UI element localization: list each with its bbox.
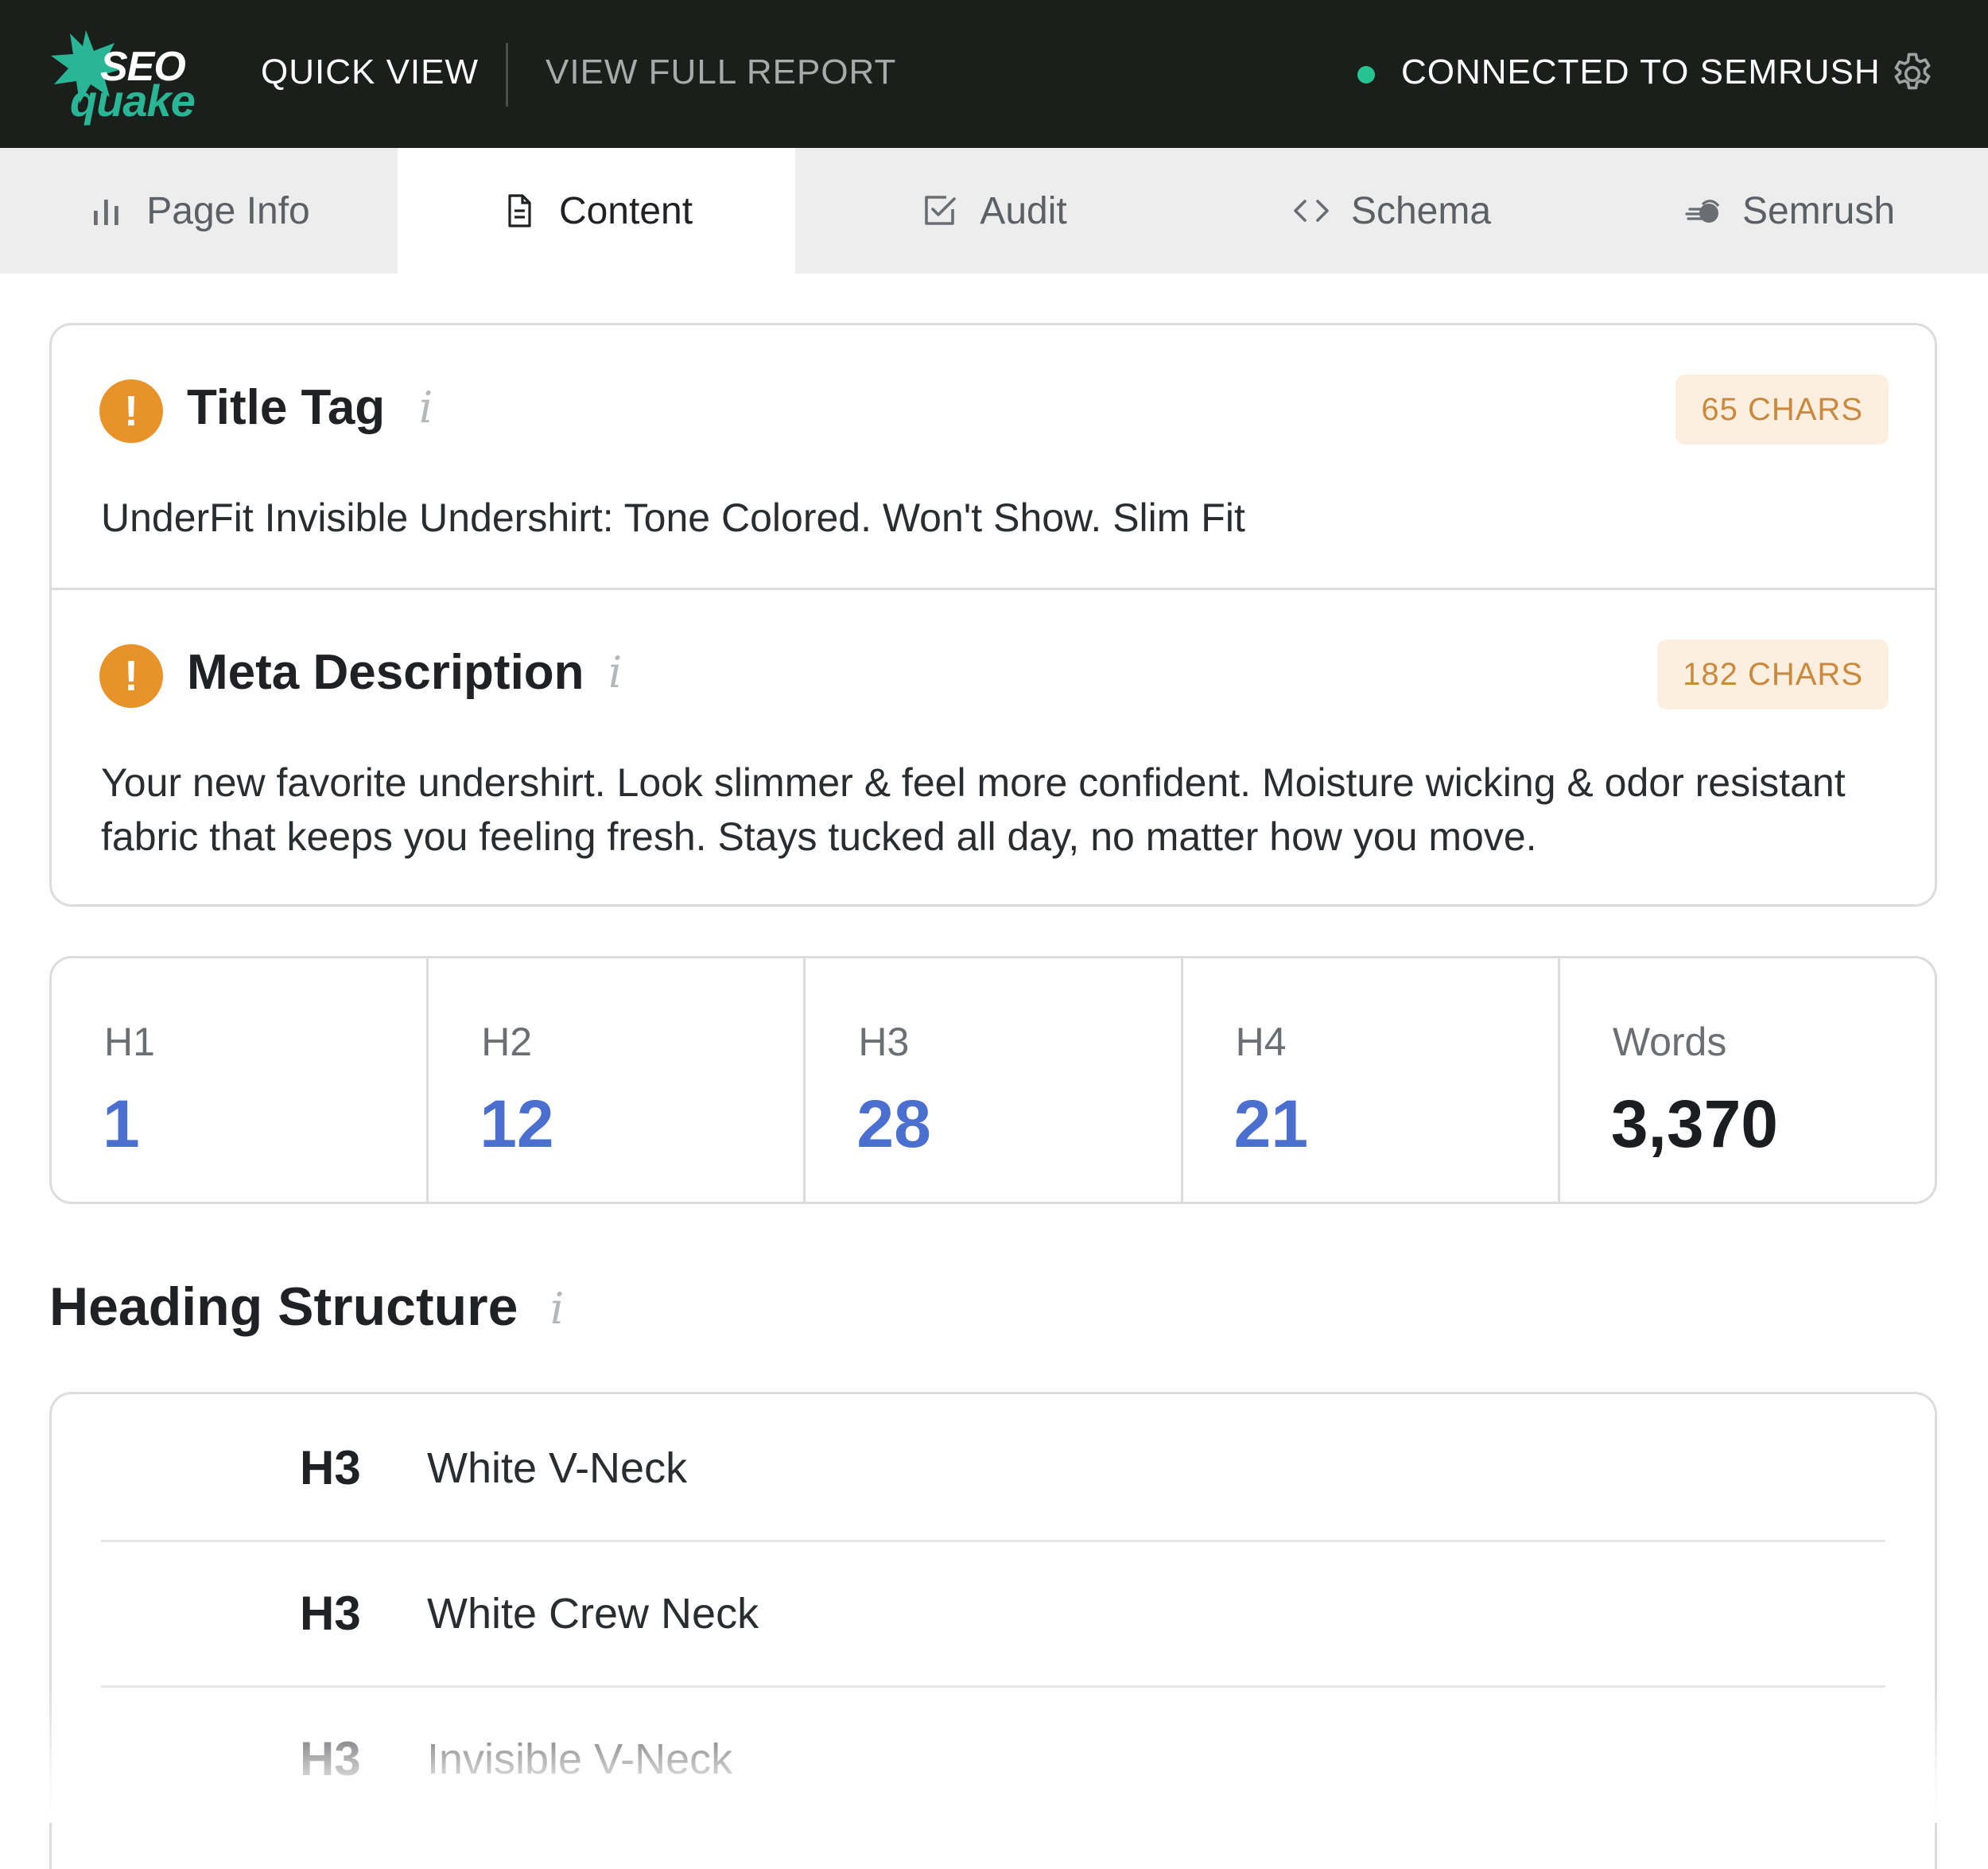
- title-chars-badge: 65 CHARS: [1675, 375, 1889, 445]
- info-icon[interactable]: i: [419, 383, 433, 433]
- nav-divider: [506, 43, 508, 107]
- stat-value: 12: [480, 1086, 554, 1161]
- info-icon[interactable]: i: [550, 1284, 564, 1334]
- heading-tag: H3: [300, 1732, 361, 1785]
- stat-label: Words: [1612, 1020, 1727, 1064]
- heading-row[interactable]: H3 White V-Neck: [101, 1394, 1885, 1542]
- tab-label: Schema: [1350, 189, 1492, 232]
- warning-icon: !: [99, 379, 163, 443]
- tab-audit[interactable]: Audit: [795, 148, 1193, 274]
- tab-page-info[interactable]: Page Info: [0, 148, 398, 274]
- connection-status-dot: [1357, 66, 1375, 84]
- tab-label: Audit: [980, 189, 1067, 232]
- stat-value: 21: [1233, 1086, 1309, 1161]
- heading-text: White V-Neck: [427, 1444, 688, 1492]
- stat-h2: H2 12: [429, 958, 806, 1202]
- stat-h4: H4 21: [1183, 958, 1560, 1202]
- heading-row[interactable]: H3 White Crew Neck: [101, 1540, 1885, 1688]
- title-tag-heading: Title Tag: [187, 380, 386, 435]
- stat-label: H3: [858, 1020, 910, 1064]
- tab-label: Content: [558, 189, 693, 232]
- heading-text: White Crew Neck: [427, 1590, 759, 1638]
- tab-label: Semrush: [1741, 189, 1896, 232]
- tab-semrush[interactable]: Semrush: [1590, 148, 1988, 274]
- warning-icon: !: [99, 644, 163, 708]
- tab-bar: Page Info Content Audit Schema Semrush: [0, 148, 1988, 274]
- heading-structure-card: H3 White V-Neck H3 White Crew Neck H3 In…: [49, 1392, 1937, 1869]
- tab-content[interactable]: Content: [398, 148, 795, 274]
- stat-value: 1: [103, 1086, 140, 1161]
- heading-stats-card: H1 1 H2 12 H3 28 H4 21 Words 3,370: [49, 956, 1937, 1204]
- top-bar: SEO quake QUICK VIEW VIEW FULL REPORT CO…: [0, 0, 1988, 148]
- stat-value: 28: [856, 1086, 931, 1161]
- checkbox-icon: [925, 196, 957, 225]
- tab-label: Page Info: [146, 189, 310, 232]
- view-full-report-link[interactable]: VIEW FULL REPORT: [546, 52, 896, 92]
- heading-structure-title: Heading Structure: [49, 1276, 518, 1337]
- seoquake-logo[interactable]: SEO quake: [46, 24, 205, 127]
- meta-card: ! Title Tag i 65 CHARS UnderFit Invisibl…: [49, 323, 1937, 907]
- heading-tag: H3: [300, 1587, 361, 1640]
- logo-quake-text: quake: [70, 76, 196, 126]
- connection-status-text: CONNECTED TO SEMRUSH: [1401, 52, 1881, 91]
- title-tag-text: UnderFit Invisible Undershirt: Tone Colo…: [101, 495, 1245, 540]
- stat-words: Words 3,370: [1560, 958, 1935, 1202]
- info-icon[interactable]: i: [608, 647, 622, 697]
- heading-text: Invisible V-Neck: [427, 1735, 733, 1783]
- document-icon: [508, 194, 531, 227]
- stat-label: H4: [1235, 1020, 1287, 1064]
- code-brackets-icon: [1294, 200, 1329, 222]
- heading-tag: H3: [300, 1441, 361, 1494]
- heading-row[interactable]: H3 Invisible V-Neck: [101, 1685, 1885, 1831]
- meta-description-text: Your new favorite undershirt. Look slimm…: [101, 760, 1846, 859]
- stat-label: H1: [104, 1020, 155, 1064]
- gear-icon[interactable]: [1888, 49, 1937, 99]
- semrush-fireball-icon: [1685, 200, 1720, 223]
- stat-value: 3,370: [1610, 1086, 1779, 1161]
- title-tag-section: ! Title Tag i 65 CHARS UnderFit Invisibl…: [52, 325, 1935, 590]
- bar-chart-icon: [94, 200, 119, 225]
- meta-description-heading: Meta Description: [187, 645, 584, 700]
- meta-description-section: ! Meta Description i 182 CHARS Your new …: [52, 590, 1935, 904]
- tab-schema[interactable]: Schema: [1193, 148, 1590, 274]
- stat-h3: H3 28: [806, 958, 1183, 1202]
- stat-h1: H1 1: [52, 958, 429, 1202]
- meta-chars-badge: 182 CHARS: [1657, 639, 1889, 709]
- quick-view-link[interactable]: QUICK VIEW: [261, 52, 479, 92]
- stat-label: H2: [481, 1020, 533, 1064]
